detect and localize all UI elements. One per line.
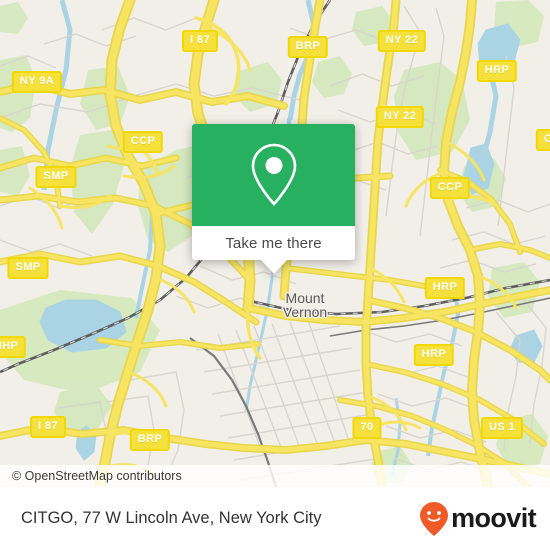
road-shield: US 1 xyxy=(480,417,524,439)
city-label-line2: Vernon xyxy=(282,304,328,320)
callout-pin-panel xyxy=(192,124,355,226)
moovit-logo[interactable]: moovit xyxy=(419,501,537,537)
bottom-info-bar: CITGO, 77 W Lincoln Ave, New York City m… xyxy=(0,487,550,550)
map-screenshot: I 87 BRP NY 22 HRP NY 9A NY 22 CCP C SMP CCP SMP HR… xyxy=(0,0,550,550)
road-shield: I 87 xyxy=(182,30,218,52)
road-shield: NY 9A xyxy=(11,71,63,93)
road-shield: SMP xyxy=(7,257,49,279)
location-callout-card[interactable]: Take me there xyxy=(192,124,355,274)
callout-pointer xyxy=(260,260,287,274)
road-shield: I 87 xyxy=(30,416,66,438)
road-shield: HRP xyxy=(424,277,466,299)
road-shield: 70 xyxy=(352,417,382,439)
take-me-there-label: Take me there xyxy=(225,234,322,252)
location-pin-icon xyxy=(251,143,296,206)
moovit-smile-pin-icon xyxy=(420,501,449,536)
osm-attribution[interactable]: © OpenStreetMap contributors xyxy=(0,465,550,487)
moovit-wordmark: moovit xyxy=(451,503,537,533)
road-shield: BRP xyxy=(129,429,171,451)
city-label-line1: Mount xyxy=(285,290,325,306)
callout-action-panel[interactable]: Take me there xyxy=(192,226,355,260)
road-shield: BRP xyxy=(287,36,329,58)
road-shield: HRP xyxy=(413,344,455,366)
road-shield: CCP xyxy=(429,177,471,199)
place-address-text: CITGO, 77 W Lincoln Ave, New York City xyxy=(21,509,322,527)
road-shield: SMP xyxy=(35,166,77,188)
road-shield: HHP xyxy=(0,336,27,358)
city-label: Mount Vernon xyxy=(283,291,327,319)
road-shield: NY 22 xyxy=(377,30,427,52)
road-shield: NY 22 xyxy=(375,106,425,128)
road-shield: HRP xyxy=(476,60,518,82)
road-shield: C xyxy=(535,129,550,151)
road-shield: CCP xyxy=(122,131,164,153)
